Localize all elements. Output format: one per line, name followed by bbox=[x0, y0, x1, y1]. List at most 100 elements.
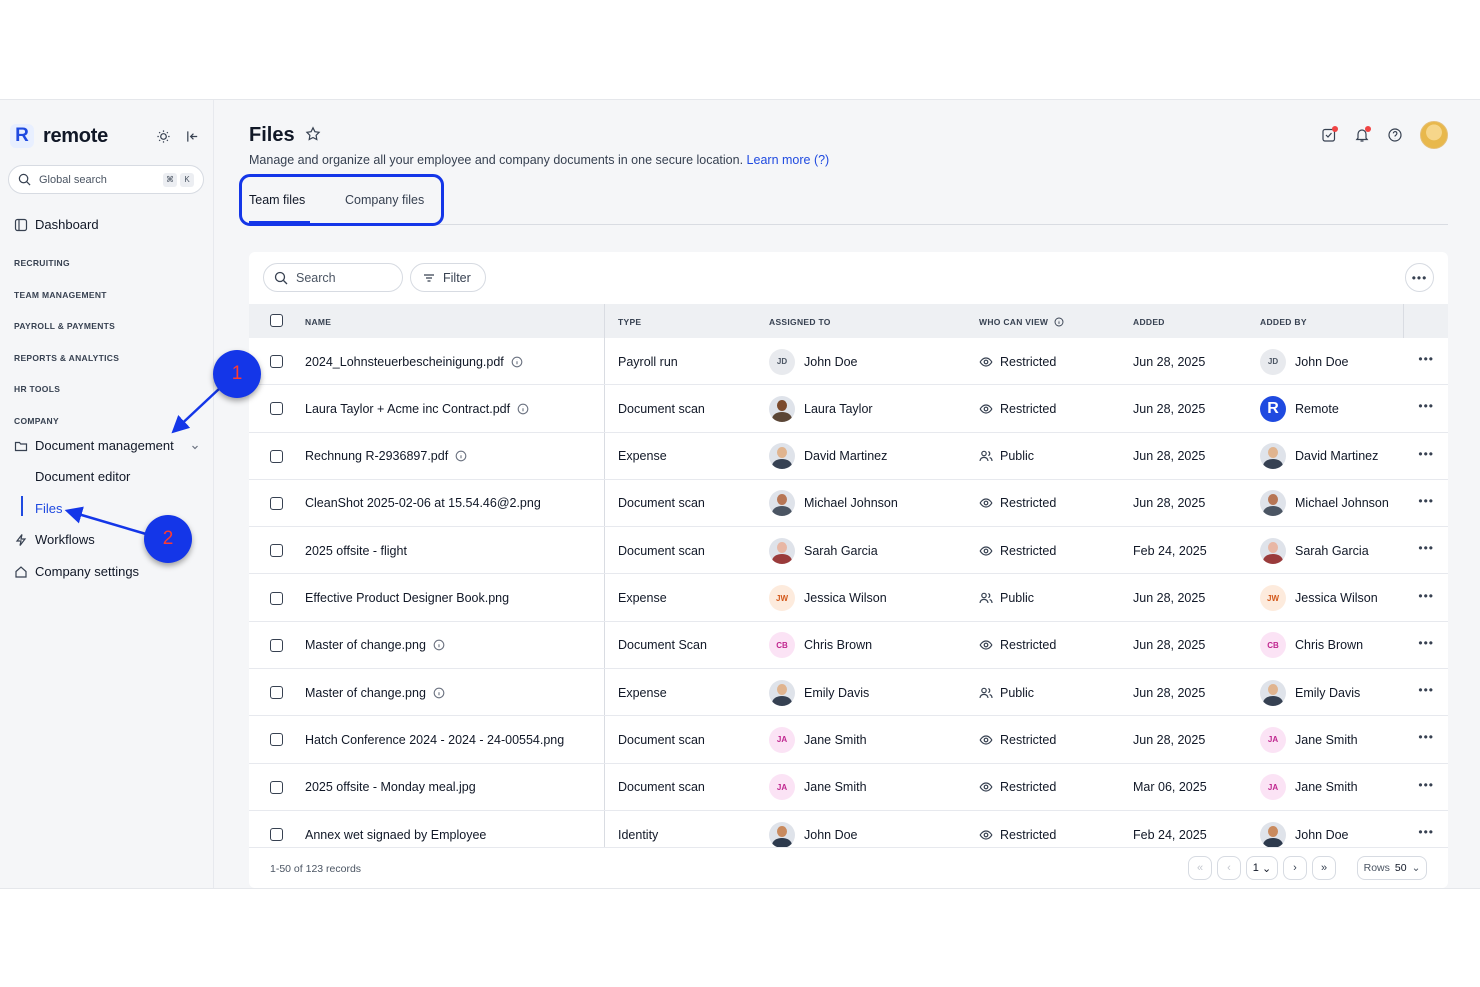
file-name-cell[interactable]: Hatch Conference 2024 - 2024 - 24-00554.… bbox=[305, 716, 564, 763]
file-name-cell[interactable]: 2024_Lohnsteuerbescheinigung.pdf bbox=[305, 338, 523, 385]
column-header-who-can-view[interactable]: WHO CAN VIEW bbox=[979, 317, 1064, 327]
file-name[interactable]: Master of change.png bbox=[305, 686, 426, 700]
last-page-button[interactable]: » bbox=[1312, 856, 1336, 880]
file-name-cell[interactable]: Rechnung R-2936897.pdf bbox=[305, 433, 467, 480]
learn-more-link[interactable]: Learn more (?) bbox=[747, 153, 830, 167]
file-name-cell[interactable]: Laura Taylor + Acme inc Contract.pdf bbox=[305, 385, 529, 432]
file-name[interactable]: 2024_Lohnsteuerbescheinigung.pdf bbox=[305, 355, 504, 369]
file-name-cell[interactable]: Master of change.png bbox=[305, 622, 445, 669]
column-header-assigned-to[interactable]: ASSIGNED TO bbox=[769, 317, 831, 327]
select-all-checkbox[interactable] bbox=[270, 314, 283, 327]
bell-icon[interactable] bbox=[1354, 126, 1371, 143]
row-checkbox[interactable] bbox=[270, 402, 283, 416]
table-row[interactable]: 2024_Lohnsteuerbescheinigung.pdf Payroll… bbox=[249, 338, 1448, 386]
row-checkbox[interactable] bbox=[270, 591, 283, 605]
tasks-icon[interactable] bbox=[1321, 126, 1338, 143]
more-options-button[interactable]: ••• bbox=[1405, 263, 1434, 292]
file-name-cell[interactable]: CleanShot 2025-02-06 at 15.54.46@2.png bbox=[305, 480, 541, 527]
file-name[interactable]: Annex wet signaed by Employee bbox=[305, 828, 486, 842]
row-actions-button[interactable]: ••• bbox=[1418, 447, 1434, 461]
star-icon[interactable] bbox=[305, 126, 321, 142]
sidebar-item-workflows[interactable]: Workflows bbox=[14, 532, 95, 547]
table-row[interactable]: CleanShot 2025-02-06 at 15.54.46@2.png D… bbox=[249, 480, 1448, 528]
table-search-input[interactable]: Search bbox=[263, 263, 403, 292]
page-select[interactable]: 1 ⌄ bbox=[1246, 856, 1278, 880]
file-name[interactable]: Master of change.png bbox=[305, 638, 426, 652]
row-actions-button[interactable]: ••• bbox=[1418, 399, 1434, 413]
row-actions-button[interactable]: ••• bbox=[1418, 778, 1434, 792]
sidebar-section-hr-tools[interactable]: HR TOOLS bbox=[14, 384, 60, 394]
file-name[interactable]: 2025 offsite - flight bbox=[305, 544, 407, 558]
column-header-name[interactable]: NAME bbox=[305, 317, 331, 327]
rows-per-page-select[interactable]: Rows 50 ⌄ bbox=[1357, 856, 1427, 880]
table-row[interactable]: Master of change.png Expense Emily Davis… bbox=[249, 669, 1448, 717]
first-page-button[interactable]: « bbox=[1188, 856, 1212, 880]
column-header-added[interactable]: ADDED bbox=[1133, 317, 1165, 327]
shortcut-key-k: K bbox=[180, 172, 194, 187]
file-name-cell[interactable]: 2025 offsite - Monday meal.jpg bbox=[305, 764, 476, 811]
chevron-down-icon[interactable] bbox=[190, 442, 200, 452]
table-row[interactable]: Master of change.png Document Scan CB Chr… bbox=[249, 622, 1448, 670]
info-icon[interactable] bbox=[1054, 317, 1064, 327]
file-name-cell[interactable]: Master of change.png bbox=[305, 669, 445, 716]
row-checkbox[interactable] bbox=[270, 544, 283, 558]
file-name[interactable]: Effective Product Designer Book.png bbox=[305, 591, 509, 605]
row-actions-button[interactable]: ••• bbox=[1418, 352, 1434, 366]
row-checkbox[interactable] bbox=[270, 686, 283, 700]
file-name[interactable]: Laura Taylor + Acme inc Contract.pdf bbox=[305, 402, 510, 416]
sidebar-item-files[interactable]: Files bbox=[35, 501, 62, 516]
row-checkbox[interactable] bbox=[270, 828, 283, 841]
sidebar-section-recruiting[interactable]: RECRUITING bbox=[14, 258, 70, 268]
row-checkbox[interactable] bbox=[270, 733, 283, 747]
file-name-cell[interactable]: Effective Product Designer Book.png bbox=[305, 575, 509, 622]
next-page-button[interactable]: › bbox=[1283, 856, 1307, 880]
column-header-added-by[interactable]: ADDED BY bbox=[1260, 317, 1307, 327]
collapse-sidebar-icon[interactable] bbox=[185, 129, 200, 144]
info-icon[interactable] bbox=[455, 450, 467, 462]
user-avatar[interactable] bbox=[1420, 121, 1448, 149]
file-name[interactable]: Hatch Conference 2024 - 2024 - 24-00554.… bbox=[305, 733, 564, 747]
file-name[interactable]: 2025 offsite - Monday meal.jpg bbox=[305, 780, 476, 794]
table-row[interactable]: Annex wet signaed by Employee Identity J… bbox=[249, 811, 1448, 847]
info-icon[interactable] bbox=[433, 687, 445, 699]
sidebar-section-payroll[interactable]: PAYROLL & PAYMENTS bbox=[14, 321, 115, 331]
who-can-view-value: Restricted bbox=[1000, 401, 1057, 416]
table-row[interactable]: 2025 offsite - flight Document scan Sara… bbox=[249, 527, 1448, 575]
row-actions-button[interactable]: ••• bbox=[1418, 494, 1434, 508]
row-actions-button[interactable]: ••• bbox=[1418, 541, 1434, 555]
global-search-input[interactable]: Global search ⌘ K bbox=[8, 165, 204, 194]
table-row[interactable]: Rechnung R-2936897.pdf Expense David Mar… bbox=[249, 433, 1448, 480]
table-row[interactable]: Hatch Conference 2024 - 2024 - 24-00554.… bbox=[249, 716, 1448, 764]
sidebar-item-document-management[interactable]: Document management bbox=[14, 438, 174, 453]
row-actions-button[interactable]: ••• bbox=[1418, 683, 1434, 697]
sidebar-item-company-settings[interactable]: Company settings bbox=[14, 564, 139, 579]
file-name-cell[interactable]: Annex wet signaed by Employee bbox=[305, 811, 486, 847]
info-icon[interactable] bbox=[511, 356, 523, 368]
sun-icon[interactable] bbox=[156, 129, 171, 144]
filter-button[interactable]: Filter bbox=[410, 263, 486, 292]
prev-page-button[interactable]: ‹ bbox=[1217, 856, 1241, 880]
info-icon[interactable] bbox=[433, 639, 445, 651]
row-actions-button[interactable]: ••• bbox=[1418, 825, 1434, 839]
info-icon[interactable] bbox=[517, 403, 529, 415]
file-name[interactable]: Rechnung R-2936897.pdf bbox=[305, 449, 448, 463]
help-icon[interactable] bbox=[1387, 127, 1403, 143]
table-row[interactable]: Effective Product Designer Book.png Expe… bbox=[249, 575, 1448, 622]
row-checkbox[interactable] bbox=[270, 780, 283, 794]
row-checkbox[interactable] bbox=[270, 638, 283, 652]
file-name-cell[interactable]: 2025 offsite - flight bbox=[305, 527, 407, 574]
row-checkbox[interactable] bbox=[270, 496, 283, 510]
sidebar-section-reports[interactable]: REPORTS & ANALYTICS bbox=[14, 353, 119, 363]
file-name[interactable]: CleanShot 2025-02-06 at 15.54.46@2.png bbox=[305, 496, 541, 510]
row-checkbox[interactable] bbox=[270, 355, 283, 368]
row-actions-button[interactable]: ••• bbox=[1418, 589, 1434, 603]
row-checkbox[interactable] bbox=[270, 449, 283, 463]
table-row[interactable]: Laura Taylor + Acme inc Contract.pdf Doc… bbox=[249, 385, 1448, 433]
row-actions-button[interactable]: ••• bbox=[1418, 636, 1434, 650]
sidebar-item-document-editor[interactable]: Document editor bbox=[35, 469, 130, 484]
table-row[interactable]: 2025 offsite - Monday meal.jpg Document … bbox=[249, 764, 1448, 811]
sidebar-section-team-management[interactable]: TEAM MANAGEMENT bbox=[14, 290, 107, 300]
column-header-type[interactable]: TYPE bbox=[618, 317, 641, 327]
row-actions-button[interactable]: ••• bbox=[1418, 730, 1434, 744]
sidebar-item-dashboard[interactable]: Dashboard bbox=[14, 217, 99, 232]
